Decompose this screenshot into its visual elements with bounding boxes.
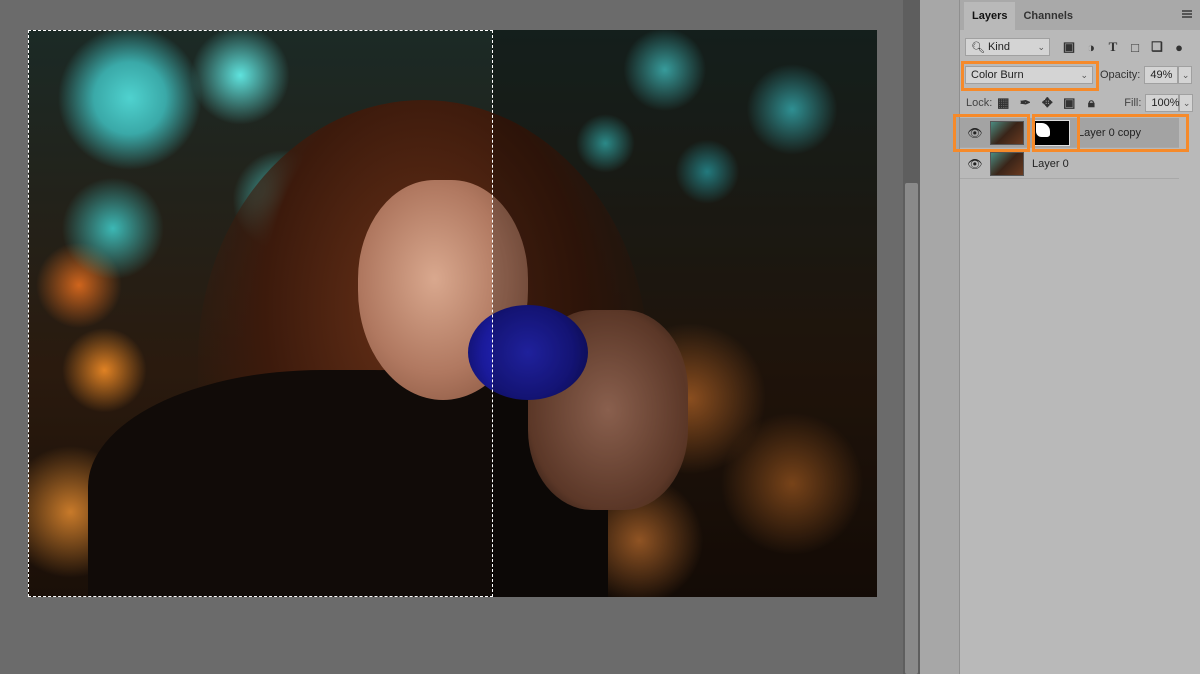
fill-value: 100% [1151,97,1180,109]
chevron-down-icon: ⌄ [1037,41,1045,52]
lock-position-icon[interactable]: ✥ [1039,95,1055,111]
lock-all-icon[interactable]: 🔒︎ [1083,95,1099,111]
fill-input[interactable]: 100% [1145,94,1180,112]
vertical-scrollbar[interactable] [903,0,920,674]
opacity-value: 49% [1150,69,1173,81]
layer-thumbnail[interactable] [990,120,1024,145]
photo-image[interactable] [28,30,877,597]
layer-thumbnail[interactable] [990,151,1024,176]
opacity-dropdown[interactable]: ⌄ [1178,66,1193,84]
layer-mask-thumbnail[interactable] [1032,119,1070,146]
visibility-eye-icon[interactable]: 👁︎ [960,157,990,171]
opacity-input[interactable]: 49% [1144,66,1179,84]
lock-transparent-pixels-icon[interactable]: ▦ [995,95,1011,111]
layer-name[interactable]: Layer 0 [1032,158,1069,170]
search-icon: 🔍︎ [971,41,985,54]
shape-filter-icon[interactable]: □ [1127,39,1143,55]
type-filter-icon[interactable]: T [1105,39,1121,55]
lock-label: Lock: [966,97,993,109]
lock-artboard-icon[interactable]: ▣ [1061,95,1077,111]
chevron-down-icon: ⌄ [1080,69,1088,80]
scrollbar-thumb[interactable] [905,183,918,674]
blend-mode-value: Color Burn [971,69,1024,81]
blend-mode-select[interactable]: Color Burn ⌄ [965,66,1093,84]
layer-row[interactable]: 👁︎ Layer 0 [960,149,1179,179]
fill-dropdown[interactable]: ⌄ [1179,94,1194,112]
visibility-eye-icon[interactable]: 👁︎ [960,126,990,140]
chevron-down-icon: ⌄ [1181,69,1190,80]
fill-label: Fill: [1124,97,1142,109]
chevron-down-icon: ⌄ [1182,97,1191,108]
layer-row[interactable]: 👁︎ Layer 0 copy [960,118,1179,148]
smart-object-filter-icon[interactable]: ❏ [1149,39,1165,55]
filter-toggle-icon[interactable]: ● [1171,39,1187,55]
lock-image-pixels-icon[interactable]: ✒ [1017,95,1033,111]
tab-layers[interactable]: Layers [964,2,1016,30]
image-filter-icon[interactable]: ▣ [1061,39,1077,55]
layers-panel: Layers Channels 🔍︎ Kind ⌄ ▣ ◑ T □ ❏ ● Co… [953,0,1200,674]
document-canvas[interactable] [0,0,903,674]
panel-dock-gutter [920,0,960,674]
adjustment-filter-icon[interactable]: ◑ [1083,39,1099,55]
filter-kind-label: Kind [987,41,1010,53]
filter-kind-select[interactable]: 🔍︎ Kind ⌄ [965,38,1050,56]
layer-name[interactable]: Layer 0 copy [1078,127,1141,139]
tab-channels[interactable]: Channels [1015,2,1081,30]
opacity-label: Opacity: [1100,69,1141,81]
panel-menu-icon[interactable] [1182,10,1192,18]
